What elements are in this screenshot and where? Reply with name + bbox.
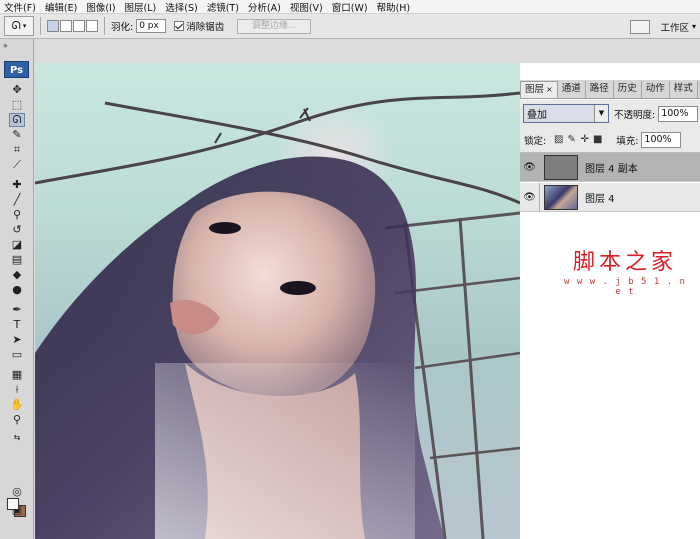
tab-paths[interactable]: 路径 bbox=[586, 81, 614, 98]
subtract-from-selection-icon[interactable] bbox=[73, 20, 85, 32]
options-bar: ᘏ ▾ 羽化: 0 px 消除锯齿 调整边缘... 工作区 ▾ bbox=[0, 14, 700, 39]
menu-bar: 文件(F) 编辑(E) 图像(I) 图层(L) 选择(S) 滤镜(T) 分析(A… bbox=[0, 0, 700, 14]
foreground-color-swatch[interactable] bbox=[7, 498, 19, 510]
brush-tool-icon[interactable]: ╱ bbox=[9, 193, 25, 207]
lock-label: 锁定: bbox=[524, 135, 547, 147]
zoom-tool-icon[interactable]: ⚲ bbox=[9, 413, 25, 427]
marquee-tool-icon[interactable]: ⬚ bbox=[9, 98, 25, 112]
add-to-selection-icon[interactable] bbox=[60, 20, 72, 32]
tab-actions[interactable]: 动作 bbox=[642, 81, 670, 98]
tab-channels[interactable]: 通道 bbox=[558, 81, 586, 98]
eraser-tool-icon[interactable]: ◪ bbox=[9, 238, 25, 252]
history-brush-tool-icon[interactable]: ↺ bbox=[9, 223, 25, 237]
menu-select[interactable]: 选择(S) bbox=[165, 0, 197, 14]
menu-help[interactable]: 帮助(H) bbox=[377, 0, 411, 14]
quick-selection-tool-icon[interactable]: ✎ bbox=[9, 128, 25, 142]
menu-edit[interactable]: 编辑(E) bbox=[45, 0, 77, 14]
fill-input[interactable]: 100% bbox=[641, 131, 682, 148]
chevron-down-icon: ▼ bbox=[594, 105, 608, 122]
tool-preset-picker[interactable]: ᘏ ▾ bbox=[4, 16, 34, 36]
menu-layer[interactable]: 图层(L) bbox=[125, 0, 157, 14]
layer-thumbnail bbox=[544, 184, 578, 210]
photo-image bbox=[35, 91, 520, 539]
menu-view[interactable]: 视图(V) bbox=[290, 0, 323, 14]
workspace-area: 工作区 ▾ bbox=[630, 14, 700, 39]
screen-mode-icon[interactable] bbox=[630, 19, 651, 34]
document-canvas[interactable] bbox=[35, 63, 520, 539]
lock-transparency-icon[interactable]: ▨ bbox=[552, 134, 565, 145]
menu-image[interactable]: 图像(I) bbox=[86, 0, 115, 14]
antialias-checkbox[interactable] bbox=[174, 21, 185, 31]
layers-panel-tabs: 图层 × 通道 路径 历史 动作 样式 bbox=[520, 80, 700, 99]
workspace-menu[interactable]: 工作区 bbox=[660, 20, 689, 34]
blend-opacity-row: 叠加 ▼ 不透明度: 100% bbox=[520, 100, 700, 127]
menu-file[interactable]: 文件(F) bbox=[4, 0, 36, 14]
close-icon[interactable]: × bbox=[546, 85, 553, 94]
layer-row[interactable]: 👁 图层 4 副本 bbox=[520, 152, 700, 182]
type-tool-icon[interactable]: T bbox=[9, 318, 25, 332]
photoshop-logo: Ps bbox=[4, 61, 29, 78]
layer-name: 图层 4 bbox=[585, 193, 615, 205]
path-selection-tool-icon[interactable]: ➤ bbox=[9, 333, 25, 347]
notes-tool-icon[interactable]: ▦ bbox=[9, 368, 25, 382]
gradient-tool-icon[interactable]: ▤ bbox=[9, 253, 25, 267]
intersect-selection-icon[interactable] bbox=[86, 20, 98, 32]
swap-colors-icon[interactable]: ⇆ bbox=[9, 431, 25, 445]
healing-brush-tool-icon[interactable]: ✚ bbox=[9, 178, 25, 192]
chevron-down-icon: ▾ bbox=[691, 22, 696, 31]
menu-analysis[interactable]: 分析(A) bbox=[248, 0, 281, 14]
clone-stamp-tool-icon[interactable]: ⚲ bbox=[9, 208, 25, 222]
opacity-label: 不透明度: bbox=[614, 109, 656, 121]
selection-mode-group bbox=[47, 20, 98, 32]
lock-fill-row: 锁定: ▨ ✎ ✛ ■ 填充: 100% bbox=[520, 127, 700, 153]
lock-all-icon[interactable]: ■ bbox=[591, 134, 604, 145]
feather-label: 羽化: bbox=[111, 22, 134, 33]
watermark-url: w w w . j b 5 1 . n e t bbox=[564, 277, 686, 297]
watermark: 脚本之家 w w w . j b 5 1 . n e t bbox=[560, 244, 690, 297]
slice-tool-icon[interactable]: ⟋ bbox=[9, 158, 25, 172]
blur-tool-icon[interactable]: ◆ bbox=[9, 268, 25, 282]
layer-row[interactable]: 👁 图层 4 bbox=[520, 182, 700, 212]
tab-layers[interactable]: 图层 × bbox=[520, 81, 558, 98]
eye-icon[interactable]: 👁 bbox=[520, 182, 540, 212]
new-selection-icon[interactable] bbox=[47, 20, 59, 32]
separator bbox=[40, 17, 41, 35]
antialias-label: 消除锯齿 bbox=[186, 22, 225, 33]
pen-tool-icon[interactable]: ✒ bbox=[9, 303, 25, 317]
layer-name: 图层 4 副本 bbox=[585, 163, 638, 175]
collapse-toolbox-icon[interactable]: » bbox=[3, 41, 8, 50]
watermark-title: 脚本之家 bbox=[572, 250, 677, 275]
move-tool-icon[interactable]: ✥ bbox=[9, 83, 25, 97]
menu-window[interactable]: 窗口(W) bbox=[332, 0, 368, 14]
blend-mode-select[interactable]: 叠加 ▼ bbox=[523, 104, 609, 123]
eyedropper-tool-icon[interactable]: ⟊ bbox=[9, 383, 25, 397]
quick-mask-icon[interactable]: ◎ bbox=[9, 485, 25, 499]
toolbox: » Ps ✥ ⬚ ᘏ ✎ ⌗ ⟋ ✚ ╱ ⚲ ↺ ◪ ▤ ◆ ● ✒ T ➤ ▭… bbox=[0, 39, 34, 539]
lock-position-icon[interactable]: ✛ bbox=[578, 134, 591, 145]
refine-edge-button[interactable]: 调整边缘... bbox=[237, 18, 312, 34]
hand-tool-icon[interactable]: ✋ bbox=[9, 398, 25, 412]
layer-thumbnail bbox=[544, 154, 578, 180]
chevron-down-icon: ▾ bbox=[22, 22, 27, 30]
dodge-tool-icon[interactable]: ● bbox=[9, 283, 25, 297]
feather-input[interactable]: 0 px bbox=[136, 19, 167, 33]
shape-tool-icon[interactable]: ▭ bbox=[9, 348, 25, 362]
lasso-tool-icon[interactable]: ᘏ bbox=[9, 113, 25, 127]
opacity-input[interactable]: 100% bbox=[658, 105, 699, 122]
crop-tool-icon[interactable]: ⌗ bbox=[9, 143, 25, 157]
blend-mode-value: 叠加 bbox=[527, 110, 547, 121]
tab-layers-label: 图层 bbox=[525, 84, 545, 95]
tab-history[interactable]: 历史 bbox=[614, 81, 642, 98]
tab-styles[interactable]: 样式 bbox=[670, 81, 698, 98]
lasso-icon: ᘏ bbox=[11, 19, 21, 32]
eye-icon[interactable]: 👁 bbox=[520, 152, 540, 182]
separator bbox=[104, 17, 105, 35]
menu-filter[interactable]: 滤镜(T) bbox=[207, 0, 239, 14]
lock-image-icon[interactable]: ✎ bbox=[565, 134, 578, 145]
fill-label: 填充: bbox=[616, 135, 639, 147]
